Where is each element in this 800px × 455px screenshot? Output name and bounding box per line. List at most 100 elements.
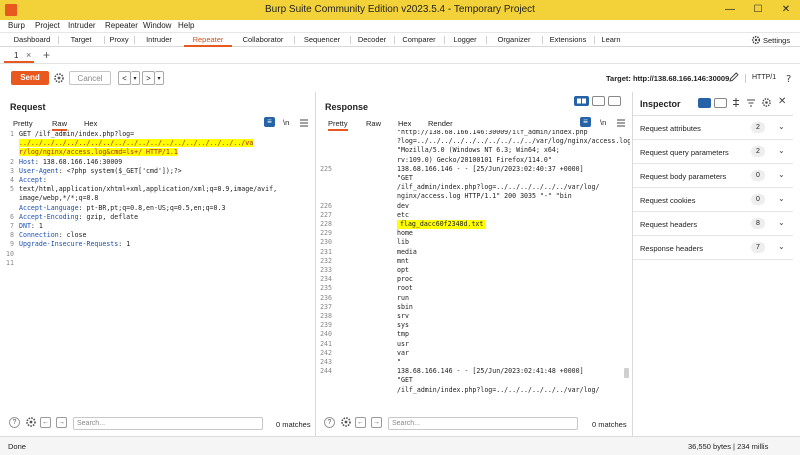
request-search-prev-button[interactable]: ←: [40, 417, 51, 428]
send-button[interactable]: Send: [11, 71, 49, 85]
response-editor[interactable]: 225 226 227 228 229 230 231 232 233 234 235 236 237…: [318, 130, 630, 410]
tab-collaborator[interactable]: Collaborator: [232, 33, 294, 47]
inspector-row-request-attributes[interactable]: Request attributes 2 ⌄: [633, 116, 793, 140]
minimize-button[interactable]: —: [716, 2, 744, 18]
forward-button[interactable]: >: [142, 71, 155, 85]
menu-bar: Burp Project Intruder Repeater Window He…: [0, 20, 800, 33]
inspector-sort-icon[interactable]: [731, 97, 741, 110]
layout-top-bottom-icon[interactable]: [592, 96, 605, 106]
response-tab-render[interactable]: Render: [428, 119, 453, 128]
inspector-row-request-headers[interactable]: Request headers 8 ⌄: [633, 212, 793, 236]
inspector-row-response-headers[interactable]: Response headers 7 ⌄: [633, 236, 793, 260]
response-newline-toggle[interactable]: \n: [600, 118, 606, 127]
tab-dashboard[interactable]: Dashboard: [6, 33, 58, 47]
back-history-dropdown[interactable]: ▾: [131, 71, 140, 85]
line-number: 231: [320, 247, 332, 256]
cancel-button[interactable]: Cancel: [69, 71, 111, 85]
inspector-filter-icon[interactable]: [746, 97, 756, 110]
response-search-next-button[interactable]: →: [371, 417, 382, 428]
forward-history-dropdown[interactable]: ▾: [155, 71, 164, 85]
menu-repeater[interactable]: Repeater: [105, 21, 138, 30]
response-search-prev-button[interactable]: ←: [355, 417, 366, 428]
back-button[interactable]: <: [118, 71, 131, 85]
inspector-row-request-query-parameters[interactable]: Request query parameters 2 ⌄: [633, 140, 793, 164]
request-search-settings-gear-icon[interactable]: [25, 416, 37, 430]
request-help-icon[interactable]: ?: [9, 417, 20, 428]
close-tab-icon[interactable]: ×: [26, 50, 31, 60]
line-number: 229: [320, 229, 332, 238]
response-search-settings-gear-icon[interactable]: [340, 416, 352, 430]
menu-help[interactable]: Help: [178, 21, 194, 30]
line-number: [318, 137, 332, 146]
inspector-layout-icon[interactable]: [698, 98, 711, 108]
tab-sequencer[interactable]: Sequencer: [294, 33, 350, 47]
help-icon[interactable]: ?: [785, 72, 793, 85]
chevron-down-icon[interactable]: ⌄: [778, 218, 785, 227]
tab-logger[interactable]: Logger: [444, 33, 486, 47]
request-actions-icon[interactable]: ≡: [264, 117, 275, 127]
menu-project[interactable]: Project: [35, 21, 60, 30]
target-label[interactable]: Target: http://138.68.166.146:30009: [606, 74, 729, 83]
line-number: 226: [320, 201, 332, 210]
line-number: [318, 386, 332, 395]
response-tab-raw[interactable]: Raw: [366, 119, 381, 128]
inspector-settings-gear-icon[interactable]: [761, 97, 772, 110]
http-version-label[interactable]: HTTP/1: [752, 74, 776, 81]
tab-organizer[interactable]: Organizer: [486, 33, 542, 47]
request-tab-hex[interactable]: Hex: [84, 119, 97, 128]
tab-decoder[interactable]: Decoder: [350, 33, 394, 47]
inspector-row-request-cookies[interactable]: Request cookies 0 ⌄: [633, 188, 793, 212]
close-button[interactable]: ✕: [772, 2, 800, 18]
line-number: [318, 376, 332, 385]
response-tab-hex[interactable]: Hex: [398, 119, 411, 128]
inspector-layout-alt-icon[interactable]: [714, 98, 727, 108]
panel-divider[interactable]: [315, 92, 316, 436]
response-search-input[interactable]: Search...: [388, 417, 578, 430]
response-line: sys: [397, 321, 409, 330]
request-editor[interactable]: 1 2345 6 7 8 9 10 11 GET /ilf_admin/index.php…: [4, 130, 314, 408]
chevron-down-icon[interactable]: ⌄: [778, 122, 785, 131]
tab-extensions[interactable]: Extensions: [542, 33, 594, 47]
response-menu-icon[interactable]: [617, 118, 625, 130]
menu-window[interactable]: Window: [143, 21, 171, 30]
layout-side-by-side-icon[interactable]: [574, 96, 589, 106]
edit-target-pencil-icon[interactable]: [728, 71, 740, 83]
request-newline-toggle[interactable]: \n: [283, 118, 289, 127]
inspector-row-label: Request body parameters: [640, 172, 727, 181]
tab-target[interactable]: Target: [58, 33, 104, 47]
chevron-down-icon[interactable]: ⌄: [778, 194, 785, 203]
request-menu-icon[interactable]: [300, 118, 308, 130]
layout-tabs-icon[interactable]: [608, 96, 621, 106]
response-help-icon[interactable]: ?: [324, 417, 335, 428]
chevron-down-icon[interactable]: ⌄: [778, 170, 785, 179]
request-tab-pretty[interactable]: Pretty: [13, 119, 33, 128]
inspector-close-icon[interactable]: ✕: [778, 96, 786, 107]
inspector-row-request-body-parameters[interactable]: Request body parameters 0 ⌄: [633, 164, 793, 188]
add-tab-icon[interactable]: +: [43, 48, 50, 62]
tab-comparer[interactable]: Comparer: [394, 33, 444, 47]
maximize-button[interactable]: ☐: [744, 2, 772, 18]
response-code[interactable]: "http://138.68.166.146:30009/ilf_admin/i…: [397, 130, 630, 395]
tab-learn[interactable]: Learn: [594, 33, 628, 47]
menu-burp[interactable]: Burp: [8, 21, 25, 30]
header-value: : 1: [30, 222, 43, 231]
header-value: r/log/nginx/access.log&cmd=ls+/ HTTP/1.1: [19, 148, 178, 157]
settings-gear-icon[interactable]: [751, 35, 761, 45]
settings-label[interactable]: Settings: [763, 36, 790, 45]
menu-intruder[interactable]: Intruder: [68, 21, 96, 30]
response-scrollbar-thumb[interactable]: [624, 368, 629, 378]
repeater-tab-1[interactable]: 1 ×: [4, 48, 34, 63]
line-number: [4, 194, 14, 203]
response-actions-icon[interactable]: ≡: [580, 117, 591, 127]
chevron-down-icon[interactable]: ⌄: [778, 146, 785, 155]
request-code[interactable]: GET /ilf_admin/index.php?log= ../../../..…: [19, 130, 277, 268]
inspector-title: Inspector: [640, 99, 681, 109]
tab-intruder[interactable]: Intruder: [134, 33, 184, 47]
chevron-down-icon[interactable]: ⌄: [778, 242, 785, 251]
send-settings-gear-icon[interactable]: [53, 72, 65, 84]
tab-proxy[interactable]: Proxy: [104, 33, 134, 47]
request-search-next-button[interactable]: →: [56, 417, 67, 428]
request-search-input[interactable]: Search...: [73, 417, 263, 430]
tab-repeater[interactable]: Repeater: [184, 33, 232, 47]
line-number: [318, 156, 332, 165]
